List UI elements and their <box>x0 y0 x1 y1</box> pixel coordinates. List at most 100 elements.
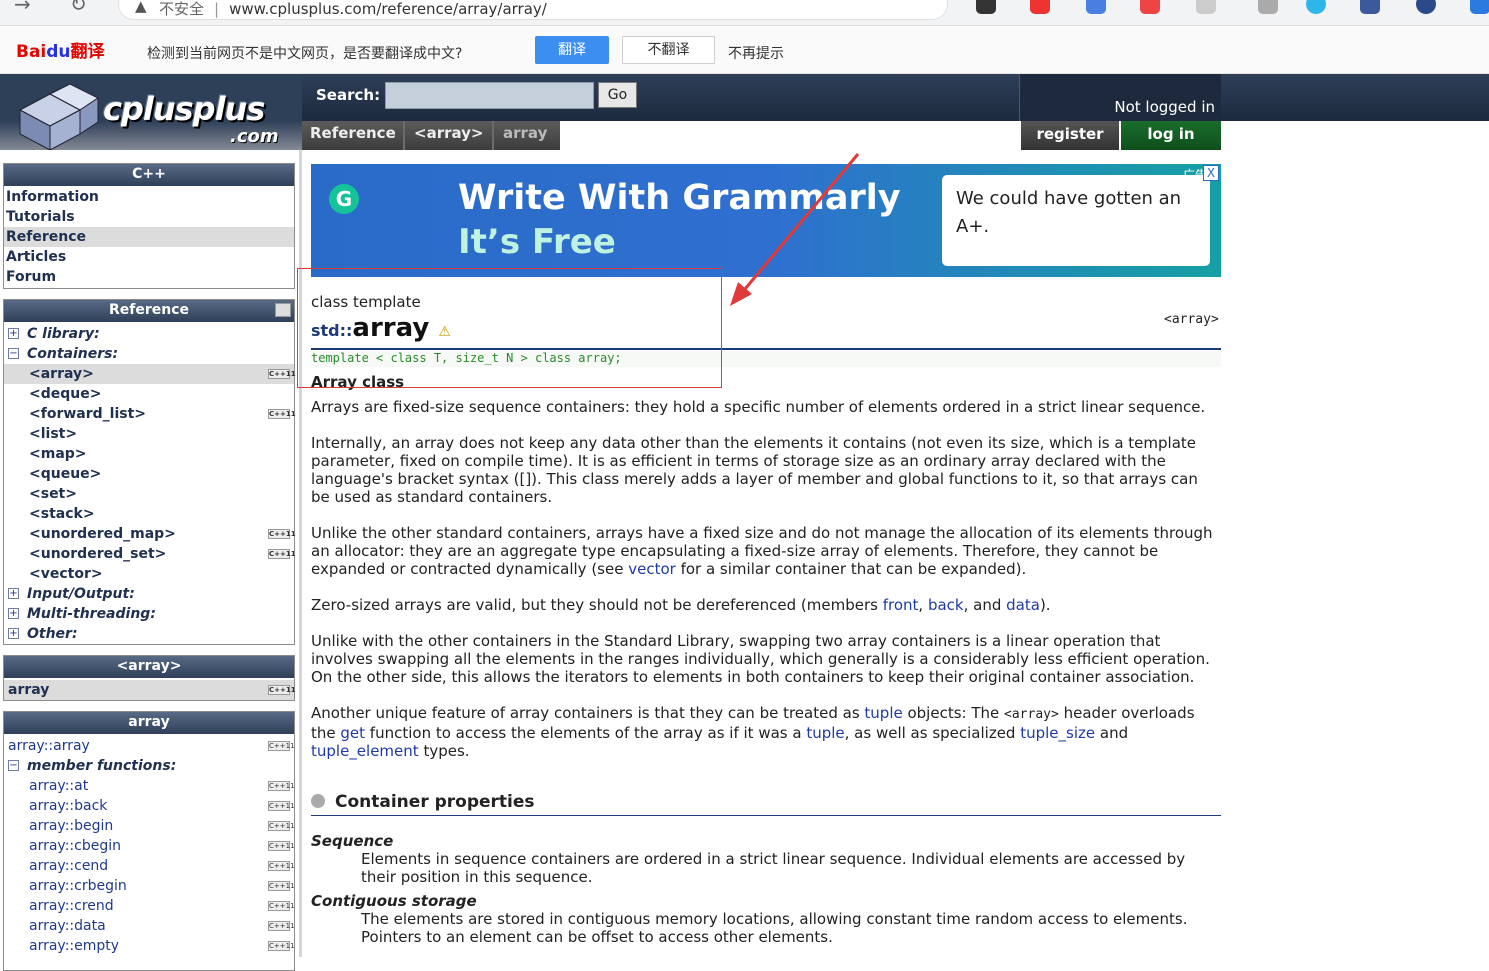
link-back[interactable]: back <box>928 596 964 614</box>
container-list[interactable]: <list> <box>4 424 294 444</box>
grammarly-ad[interactable]: G Write With Grammarly It’s Free We coul… <box>311 164 1221 277</box>
member-cbegin[interactable]: array::cbegin C++11 <box>4 836 295 856</box>
link-front[interactable]: front <box>883 596 919 614</box>
paragraph-1: Arrays are fixed-size sequence container… <box>311 398 1206 416</box>
group-other[interactable]: + Other: <box>4 624 294 644</box>
member-data[interactable]: array::data C++11 <box>4 916 295 936</box>
baidu-logo: Baidu翻译 <box>16 42 105 62</box>
member-crend[interactable]: array::crend C++11 <box>4 896 295 916</box>
container-set[interactable]: <set> <box>4 484 294 504</box>
member-cend[interactable]: array::cend C++11 <box>4 856 295 876</box>
cpp11-badge-icon: C++11 <box>268 801 295 811</box>
cpp11-badge-icon: C++11 <box>268 741 295 751</box>
cpp11-badge-icon: C++11 <box>268 901 295 911</box>
expand-icon[interactable]: + <box>8 328 19 339</box>
ad-subline: It’s Free <box>458 222 616 262</box>
close-icon[interactable]: X <box>1203 165 1219 181</box>
container-unordered-set[interactable]: <unordered_set> C++11 <box>4 544 296 564</box>
container-stack[interactable]: <stack> <box>4 504 294 524</box>
breadcrumb-reference[interactable]: Reference <box>310 124 396 142</box>
translate-bar: Baidu翻译 检测到当前网页不是中文网页，是否要翻译成中文? 翻译 不翻译 不… <box>0 27 1489 74</box>
container-array[interactable]: <array> C++11 <box>4 364 296 384</box>
container-forward-list[interactable]: <forward_list> C++11 <box>4 404 296 424</box>
container-map[interactable]: <map> <box>4 444 294 464</box>
link-vector[interactable]: vector <box>628 560 676 578</box>
site-logo[interactable]: cplusplus .com <box>0 74 302 152</box>
link-tuple[interactable]: tuple <box>864 704 902 722</box>
extension-icon[interactable] <box>1416 0 1436 14</box>
member-at[interactable]: array::at C++11 <box>4 776 295 796</box>
extension-icon[interactable] <box>1360 0 1380 14</box>
link-tuple-element[interactable]: tuple_element <box>311 742 419 760</box>
member-constructor[interactable]: array::array C++11 <box>4 736 295 756</box>
extension-icon[interactable] <box>1196 0 1216 14</box>
cpp11-badge-icon: C++11 <box>268 781 295 791</box>
login-button[interactable]: log in <box>1121 121 1221 150</box>
group-c-library[interactable]: + C library: <box>4 324 294 344</box>
container-queue[interactable]: <queue> <box>4 464 294 484</box>
book-icon[interactable] <box>275 303 291 317</box>
member-back[interactable]: array::back C++11 <box>4 796 295 816</box>
group-containers[interactable]: − Containers: <box>4 344 294 364</box>
sidebar-item-reference[interactable]: Reference <box>4 227 294 247</box>
extension-icon[interactable] <box>1140 0 1160 14</box>
ad-card: We could have gotten an A+. <box>942 175 1210 266</box>
member-begin[interactable]: array::begin C++11 <box>4 816 295 836</box>
translate-button[interactable]: 翻译 <box>535 36 609 64</box>
collapse-icon[interactable]: − <box>8 760 19 771</box>
group-multi-threading[interactable]: + Multi-threading: <box>4 604 294 624</box>
cpp11-badge-icon: C++11 <box>268 409 296 419</box>
translate-message: 检测到当前网页不是中文网页，是否要翻译成中文? <box>147 46 463 62</box>
group-member-functions[interactable]: − member functions: <box>4 756 294 776</box>
search-input[interactable] <box>385 82 594 109</box>
array-header-item[interactable]: array C++11 <box>4 680 296 700</box>
extension-icon[interactable] <box>1470 0 1489 14</box>
section-container-properties: Container properties <box>311 792 1221 816</box>
sidebar-item-articles[interactable]: Articles <box>4 247 294 267</box>
forward-icon[interactable]: → <box>14 0 31 16</box>
url-text: www.cplusplus.com/reference/array/array/ <box>229 0 547 18</box>
array-header-box: <array> array C++11 <box>3 655 296 701</box>
extension-icon[interactable] <box>976 0 996 14</box>
sidebar-item-tutorials[interactable]: Tutorials <box>4 207 294 227</box>
member-crbegin[interactable]: array::crbegin C++11 <box>4 876 295 896</box>
expand-icon[interactable]: + <box>8 588 19 599</box>
cpp11-badge-icon: C++11 <box>268 921 295 931</box>
cpp11-badge-icon: C++11 <box>268 941 295 951</box>
link-tuple-size[interactable]: tuple_size <box>1020 724 1095 742</box>
extension-icon[interactable] <box>1306 0 1326 14</box>
browser-toolbar: → ↻ ▲ 不安全 | www.cplusplus.com/reference/ar… <box>0 0 1489 26</box>
collapse-icon[interactable]: − <box>8 348 19 359</box>
member-empty[interactable]: array::empty C++11 <box>4 936 295 956</box>
cpp11-badge-icon: C++11 <box>268 549 296 559</box>
group-input-output[interactable]: + Input/Output: <box>4 584 294 604</box>
register-button[interactable]: register <box>1021 121 1119 150</box>
container-unordered-map[interactable]: <unordered_map> C++11 <box>4 524 296 544</box>
cpp11-badge-icon: C++11 <box>268 881 295 891</box>
container-vector[interactable]: <vector> <box>4 564 294 584</box>
link-data[interactable]: data <box>1006 596 1040 614</box>
extension-icon[interactable] <box>1086 0 1106 14</box>
breadcrumb-array-header[interactable]: <array> <box>414 124 484 142</box>
extension-icon[interactable] <box>1258 0 1278 14</box>
breadcrumb-array: array <box>503 124 548 142</box>
reference-box-title: Reference <box>4 300 294 322</box>
never-prompt-button[interactable]: 不再提示 <box>728 43 784 63</box>
container-deque[interactable]: <deque> <box>4 384 294 404</box>
no-translate-button[interactable]: 不翻译 <box>622 36 715 64</box>
extension-icon[interactable] <box>1030 0 1050 14</box>
not-logged-text: Not logged in <box>1114 98 1215 116</box>
link-tuple-2[interactable]: tuple <box>806 724 844 742</box>
section-bullet-icon <box>311 794 325 808</box>
sidebar-item-information[interactable]: Information <box>4 187 294 207</box>
sidebar-item-forum[interactable]: Forum <box>4 267 294 287</box>
search-label: Search: <box>316 86 381 104</box>
go-button[interactable]: Go <box>598 82 637 108</box>
header-tag[interactable]: <array> <box>1164 312 1219 327</box>
property-sequence-text: Elements in sequence containers are orde… <box>361 850 1186 886</box>
link-get[interactable]: get <box>340 724 365 742</box>
expand-icon[interactable]: + <box>8 608 19 619</box>
expand-icon[interactable]: + <box>8 628 19 639</box>
address-bar[interactable]: ▲ 不安全 | www.cplusplus.com/reference/array/… <box>118 0 948 20</box>
reload-icon[interactable]: ↻ <box>70 0 87 16</box>
